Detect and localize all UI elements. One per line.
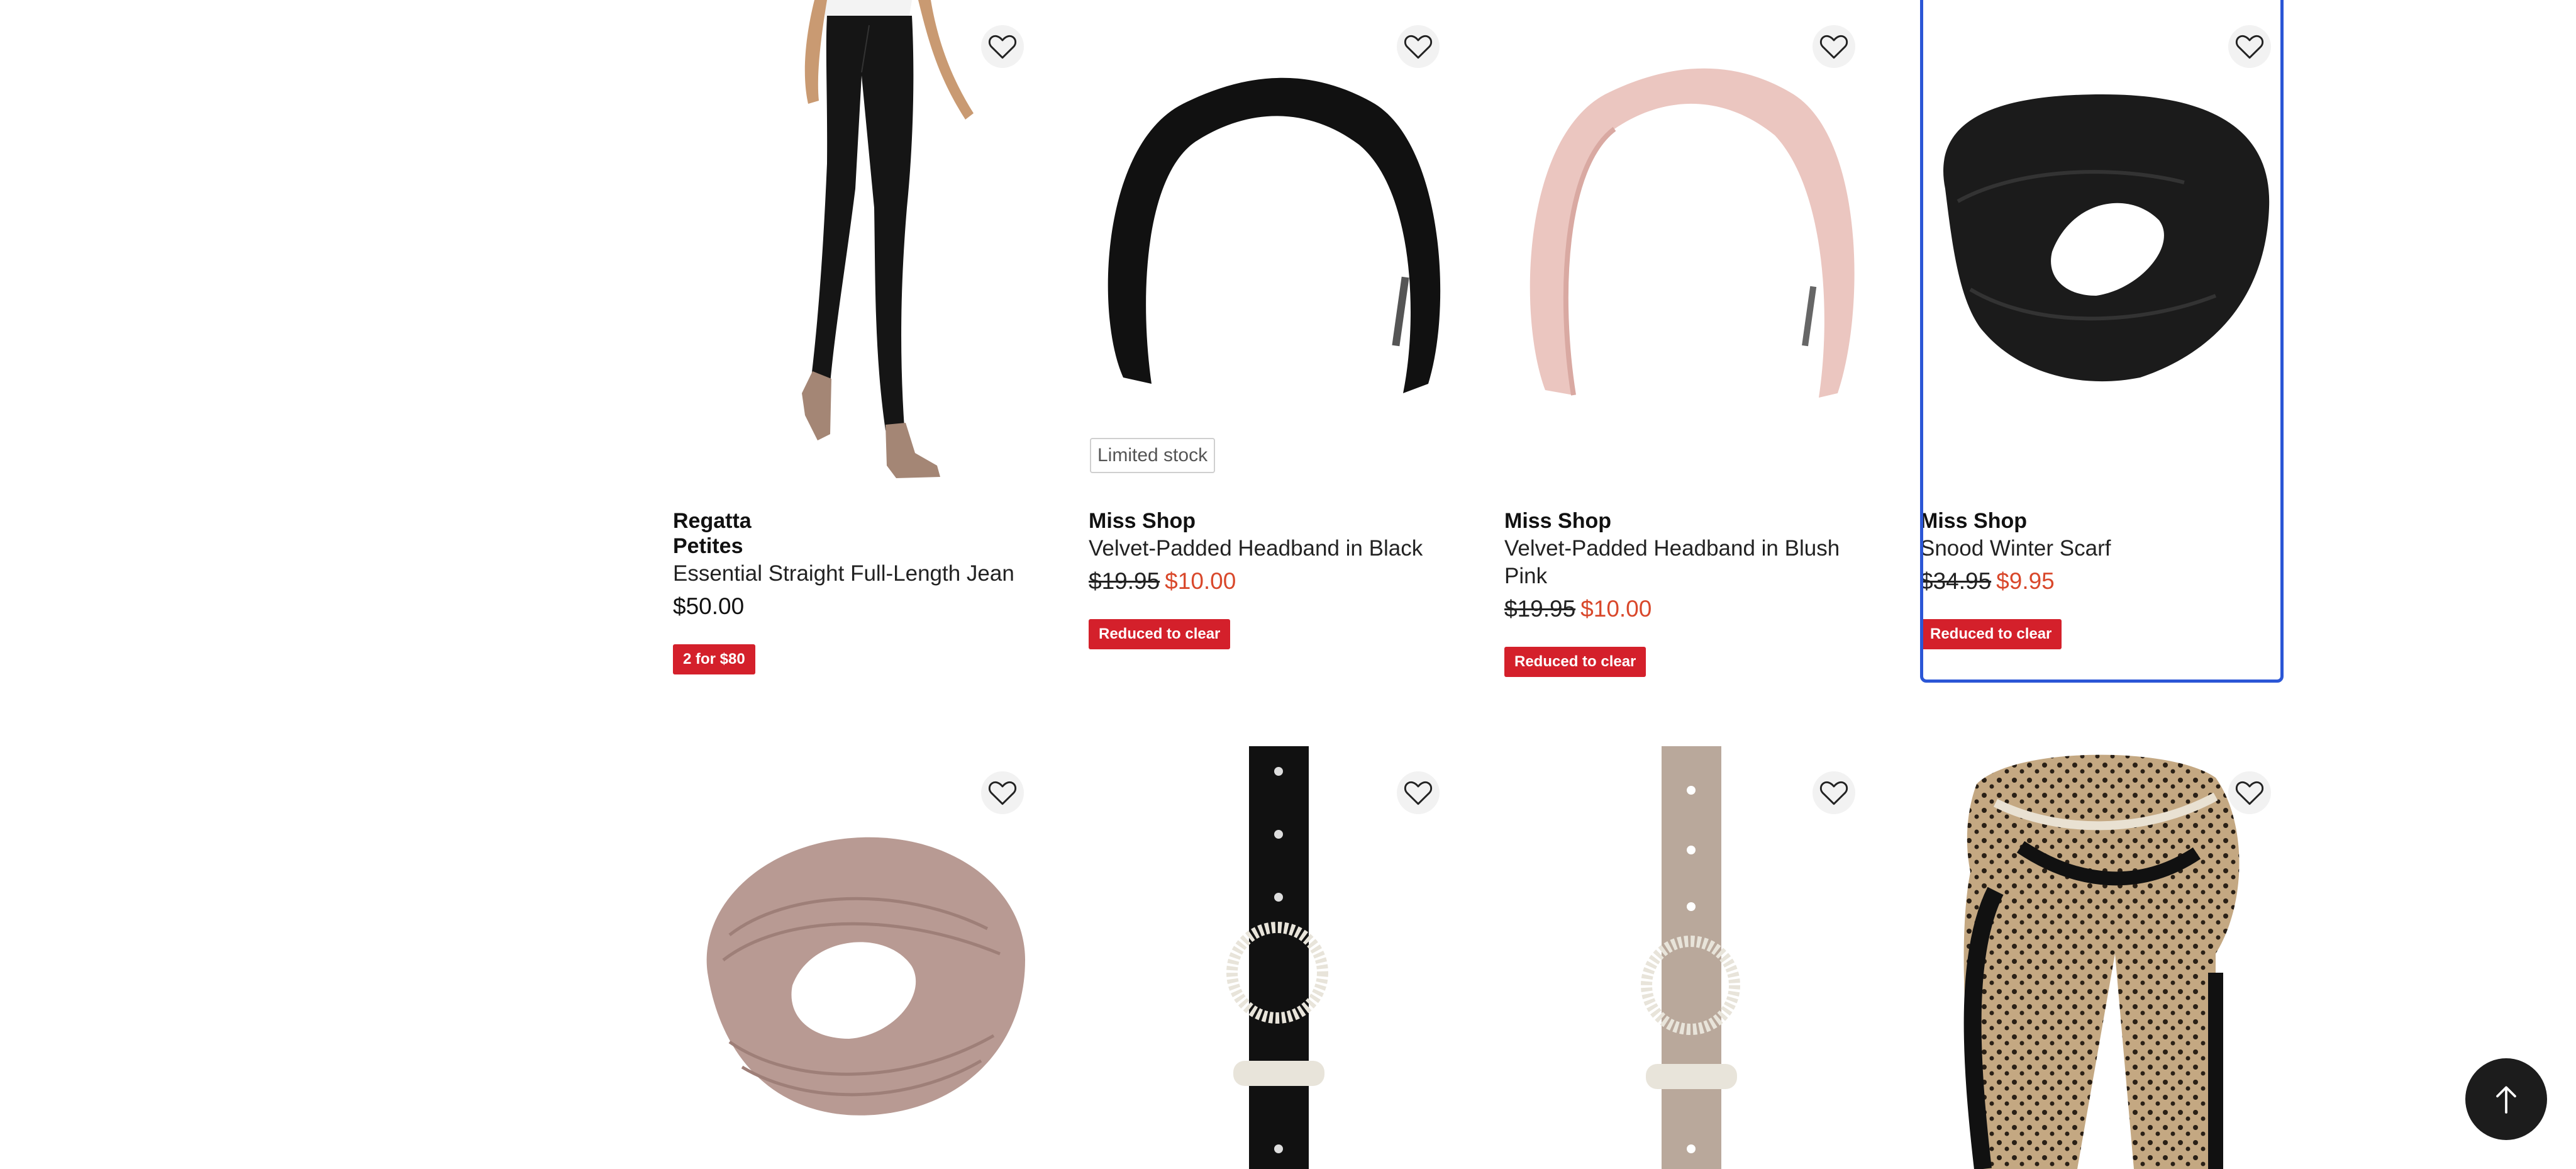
sale-price: $10.00: [1165, 568, 1236, 594]
regular-price: $50.00: [673, 593, 745, 619]
wishlist-heart-icon[interactable]: [2228, 771, 2271, 814]
product-price: $34.95 $9.95: [1920, 568, 2297, 595]
product-image[interactable]: [1920, 0, 2291, 484]
arrow-up-icon: [2496, 1086, 2516, 1114]
product-brand[interactable]: Miss Shop: [1920, 508, 2297, 534]
product-card-headband-pink[interactable]: Miss Shop Velvet-Padded Headband in Blus…: [1504, 0, 1875, 689]
wishlist-heart-icon[interactable]: [1813, 25, 1855, 68]
promo-badge: Reduced to clear: [1089, 619, 1231, 649]
was-price: $19.95: [1089, 568, 1160, 594]
wishlist-heart-icon[interactable]: [1813, 771, 1855, 814]
product-name[interactable]: Velvet-Padded Headband in Blush Pink: [1504, 535, 1882, 590]
product-price: $19.95 $10.00: [1089, 568, 1466, 595]
limited-stock-tag: Limited stock: [1090, 438, 1216, 473]
product-price: $50.00: [673, 593, 1050, 620]
product-image[interactable]: [1504, 746, 1875, 1169]
was-price: $19.95: [1504, 596, 1576, 622]
wishlist-heart-icon[interactable]: [1397, 25, 1440, 68]
product-card-pearl-belt-taupe[interactable]: [1504, 746, 1875, 1169]
product-card-knit-snood[interactable]: [673, 746, 1044, 1169]
product-image[interactable]: [1920, 746, 2291, 1169]
product-brand[interactable]: Regatta Petites: [673, 508, 1050, 559]
product-image[interactable]: [1504, 0, 1875, 484]
product-image[interactable]: Limited stock: [1089, 0, 1460, 484]
wishlist-heart-icon[interactable]: [1397, 771, 1440, 814]
back-to-top-button[interactable]: [2465, 1058, 2547, 1140]
product-brand[interactable]: Miss Shop: [1504, 508, 1882, 534]
sale-price: $10.00: [1580, 596, 1652, 622]
wishlist-heart-icon[interactable]: [981, 25, 1024, 68]
product-card-headband-black[interactable]: Limited stock Miss Shop Velvet-Padded He…: [1089, 0, 1460, 689]
product-card-pearl-belt-black[interactable]: [1089, 746, 1460, 1169]
product-name[interactable]: Essential Straight Full-Length Jean: [673, 560, 1050, 588]
wishlist-heart-icon[interactable]: [981, 771, 1024, 814]
was-price: $34.95: [1920, 568, 1992, 594]
promo-badge: 2 for $80: [673, 644, 755, 674]
product-card-jean[interactable]: Regatta Petites Essential Straight Full-…: [673, 0, 1044, 689]
product-price: $19.95 $10.00: [1504, 595, 1882, 623]
promo-badge: Reduced to clear: [1504, 647, 1646, 677]
product-brand[interactable]: Miss Shop: [1089, 508, 1466, 534]
product-image[interactable]: [1089, 746, 1460, 1169]
product-name[interactable]: Velvet-Padded Headband in Black: [1089, 535, 1466, 562]
wishlist-heart-icon[interactable]: [2228, 25, 2271, 68]
product-image[interactable]: [673, 746, 1044, 1169]
product-name[interactable]: Snood Winter Scarf: [1920, 535, 2297, 562]
product-card-animal-print-scarf[interactable]: [1920, 746, 2291, 1169]
sale-price: $9.95: [1996, 568, 2055, 594]
promo-badge: Reduced to clear: [1920, 619, 2062, 649]
product-card-snood[interactable]: Miss Shop Snood Winter Scarf $34.95 $9.95…: [1920, 0, 2291, 689]
product-image[interactable]: [673, 0, 1044, 484]
